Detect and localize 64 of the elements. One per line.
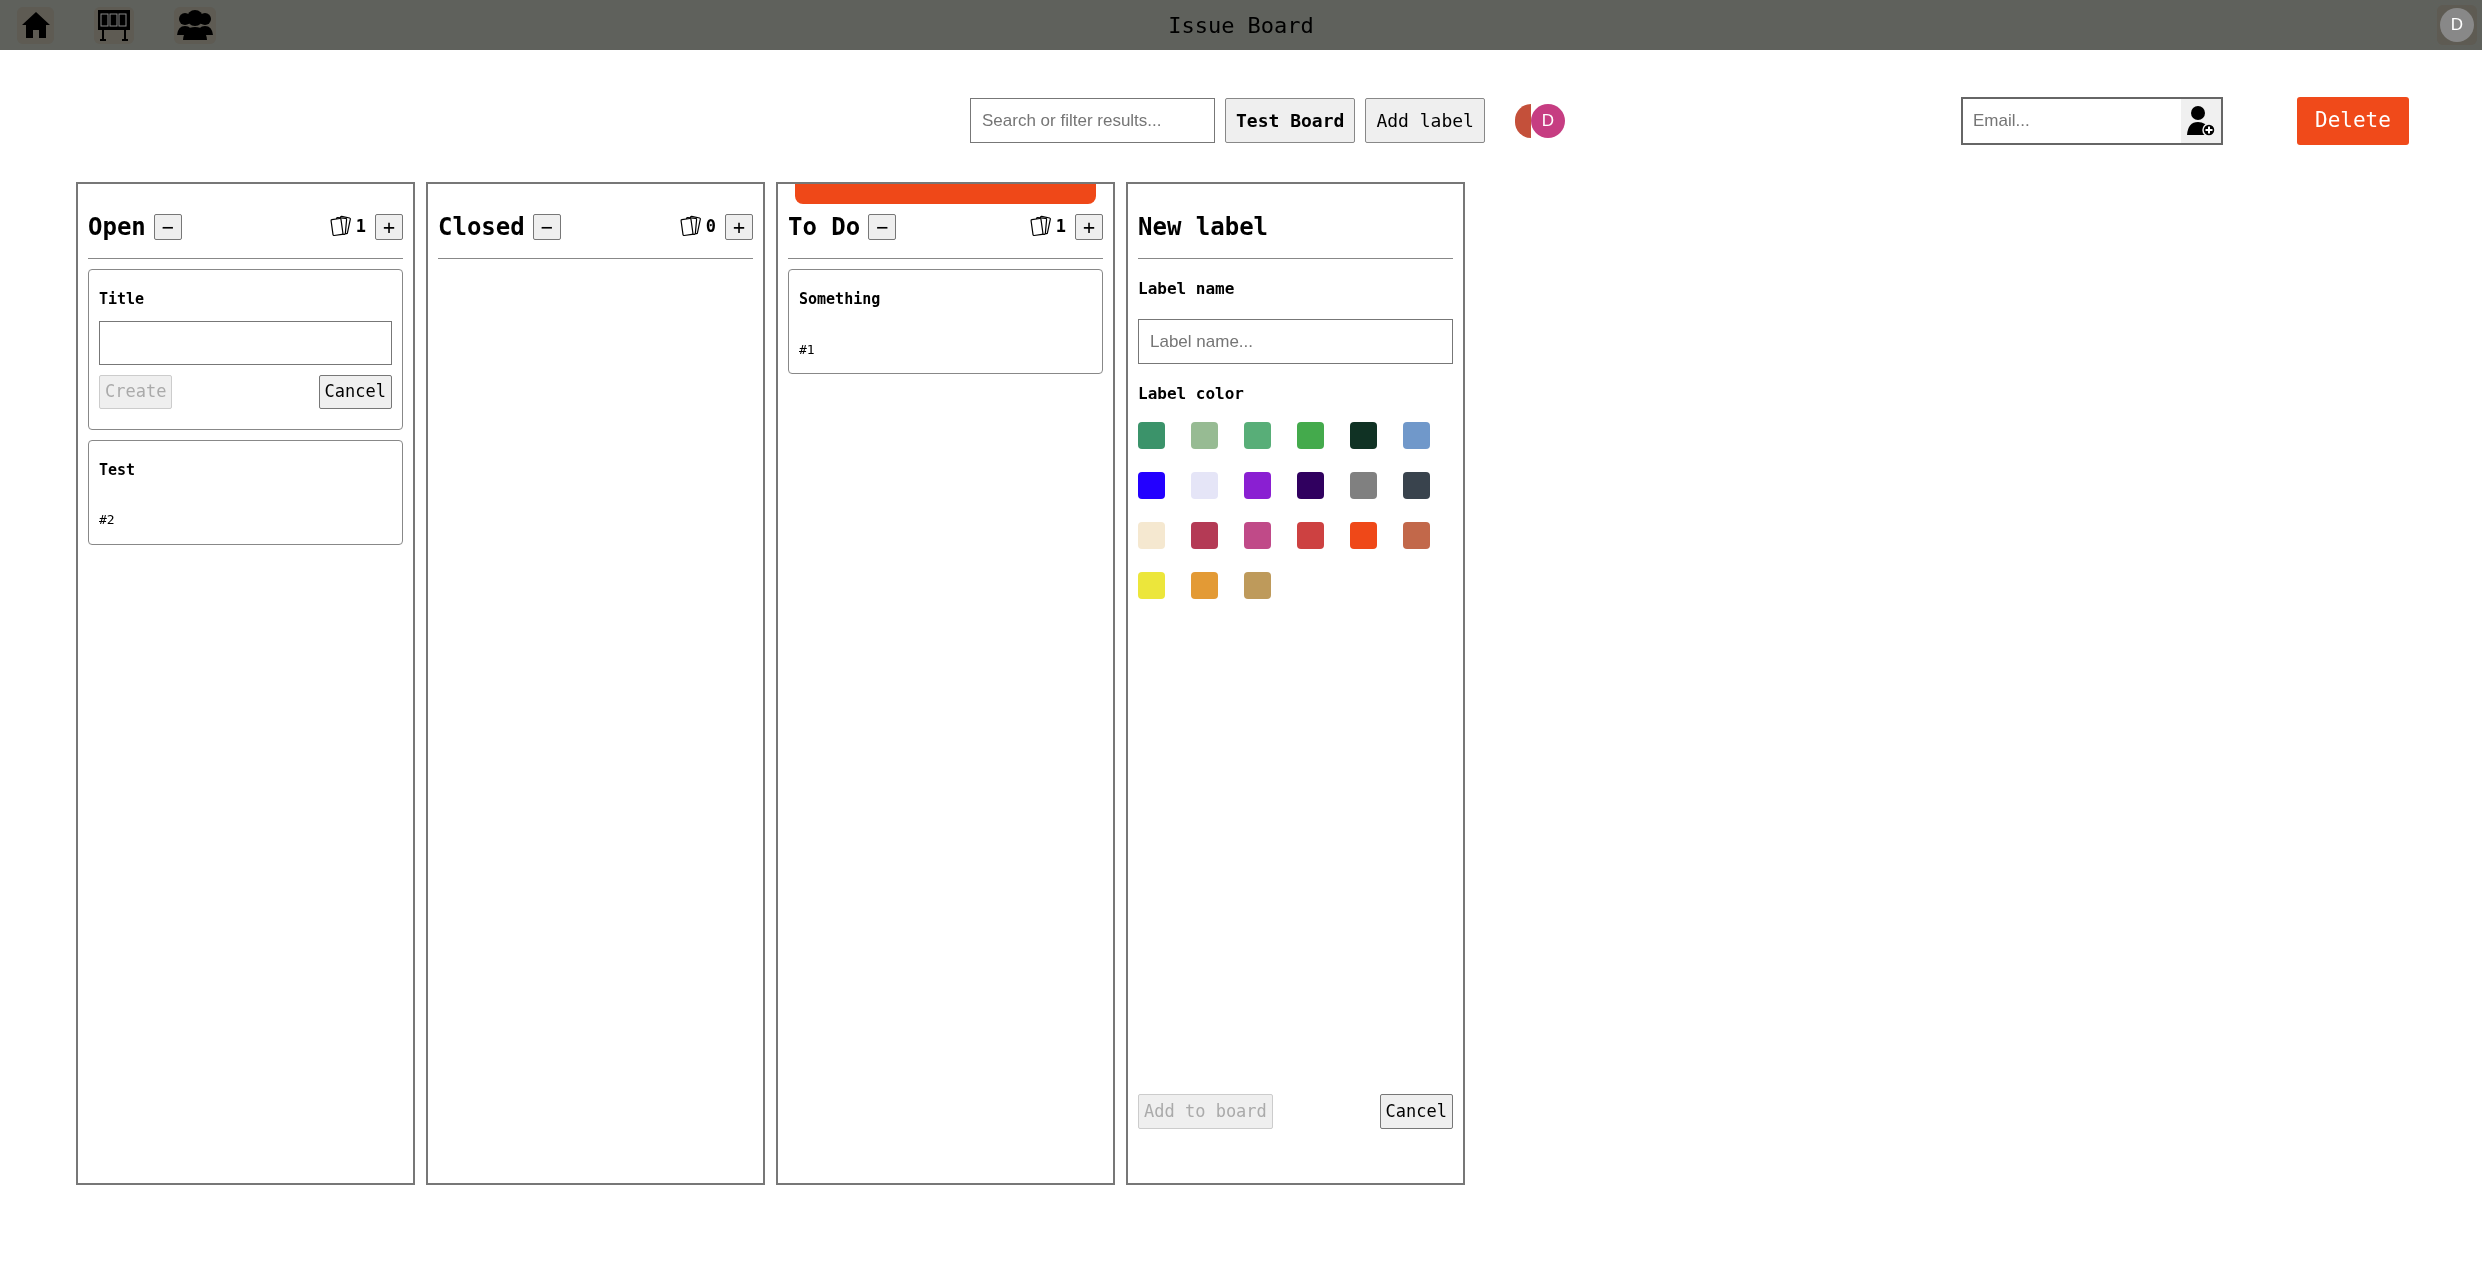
title-field[interactable] [99,320,392,365]
cards-icon [679,215,704,239]
color-swatch[interactable] [1244,472,1271,499]
field-label: Label name [1138,278,1236,300]
email-field[interactable]: Email... [1962,98,2181,143]
add-card-button[interactable]: + [725,214,753,240]
column-title: Open [88,212,146,243]
color-swatch[interactable] [1403,472,1430,499]
app-title: Issue Board [1168,11,1314,40]
card-count: 1 [355,215,366,239]
add-card-button[interactable]: + [375,214,403,240]
team-icon[interactable] [174,6,216,44]
color-swatch[interactable] [1191,472,1218,499]
color-swatch[interactable] [1297,522,1324,549]
cards-icon [1029,215,1054,239]
collapse-button[interactable]: − [532,214,561,240]
collapse-button[interactable]: − [868,214,897,240]
column-title: To Do [788,212,861,243]
cancel-button[interactable]: Cancel [318,374,392,409]
color-swatch[interactable] [1244,572,1271,599]
cancel-button[interactable]: Cancel [1379,1094,1453,1129]
color-swatch[interactable] [1297,422,1324,449]
add-card-button[interactable]: + [1075,214,1103,240]
card-count: 0 [705,215,716,239]
color-swatch[interactable] [1191,422,1218,449]
board-button[interactable]: Test Board [1225,98,1356,143]
search-field[interactable]: Search or filter results... [970,98,1215,143]
issue-title: Something [799,289,882,310]
color-swatch[interactable] [1403,522,1430,549]
color-swatch[interactable] [1191,572,1218,599]
member-avatar[interactable] [1514,103,1531,138]
issue-card[interactable]: Test #2 [88,439,403,545]
color-swatch[interactable] [1350,522,1377,549]
home-icon[interactable] [17,6,54,44]
add-user-icon[interactable] [2180,98,2221,143]
color-swatch[interactable] [1244,422,1271,449]
color-swatch[interactable] [1244,522,1271,549]
color-swatch[interactable] [1350,422,1377,449]
field-label: Label color [1138,383,1245,405]
invite-field[interactable]: Email... [1960,96,2223,145]
card-count: 1 [1055,215,1066,239]
issue-number: #2 [99,511,116,529]
delete-button[interactable]: Delete [2296,96,2409,145]
color-swatch[interactable] [1138,422,1165,449]
color-swatch[interactable] [1138,472,1165,499]
add-label-button[interactable]: Add label [1365,98,1485,143]
member-avatar[interactable]: D [1530,103,1565,138]
issue-title: Test [99,459,137,481]
column-title: Closed [438,212,525,243]
color-swatch[interactable] [1138,572,1165,599]
collapse-button[interactable]: − [153,214,182,240]
color-swatch[interactable] [1350,472,1377,499]
panel-title: New label [1138,212,1269,243]
issue-card[interactable]: Something #1 [788,269,1103,374]
field-label: Title [99,289,146,310]
color-swatch[interactable] [1403,422,1430,449]
label-name-field[interactable]: Label name... [1138,319,1453,364]
issue-number: #1 [799,340,816,359]
color-swatch[interactable] [1138,522,1165,549]
cards-icon [329,215,354,239]
user-avatar[interactable]: D [2440,8,2474,42]
board-icon[interactable] [94,6,134,44]
color-swatch[interactable] [1191,522,1218,549]
color-swatch[interactable] [1297,472,1324,499]
